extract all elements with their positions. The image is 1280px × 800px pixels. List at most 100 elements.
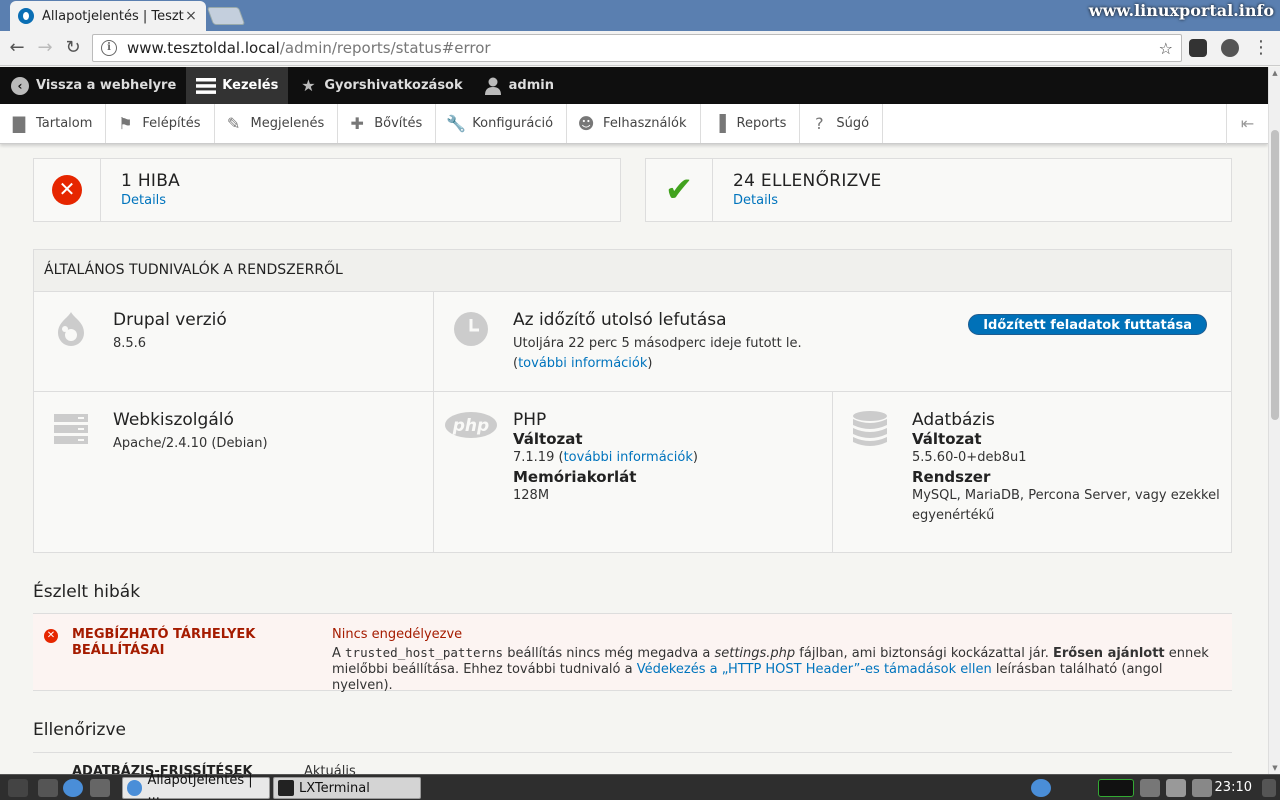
network-icon[interactable] — [1140, 779, 1160, 797]
back-to-site-link[interactable]: ‹ Vissza a webhelyre — [0, 67, 186, 104]
taskbar-task-browser[interactable]: Állapotjelentés | ... — [122, 773, 270, 800]
terminal-launcher-icon[interactable] — [90, 779, 110, 797]
terminal-task-icon — [278, 780, 294, 796]
tray-item-extend[interactable]: ✚ Bővítés — [338, 104, 437, 143]
tray-item-configuration[interactable]: 🔧 Konfiguráció — [436, 104, 568, 143]
cron-cell: Az időzítő utolsó lefutása Utoljára 22 p… — [434, 292, 1231, 392]
tray-item-label: Súgó — [836, 116, 870, 131]
clock[interactable]: 23:10 — [1215, 780, 1252, 795]
clipboard-icon[interactable] — [1166, 779, 1186, 797]
run-cron-button[interactable]: Időzített feladatok futtatása — [968, 314, 1207, 335]
server-icon — [52, 410, 90, 448]
chrome-account-icon[interactable] — [1221, 39, 1239, 57]
tray-chrome-icon[interactable] — [1031, 779, 1051, 797]
user-label: admin — [508, 78, 554, 93]
forward-arrow-icon[interactable]: → — [34, 38, 56, 60]
php-more-info-link[interactable]: további információk — [564, 450, 693, 465]
tray-item-people[interactable]: ☻ Felhasználók — [567, 104, 701, 143]
php-memory-label: Memóriakorlát — [513, 468, 637, 486]
bar-chart-icon: ▐ — [713, 113, 726, 133]
cron-more-info: (további információk) — [513, 356, 653, 371]
address-bar[interactable]: i www.tesztoldal.local /admin/reports/st… — [92, 34, 1182, 62]
error-count: 1 HIBA — [121, 171, 181, 191]
collapse-tray-icon[interactable]: ⇤ — [1226, 104, 1268, 144]
paintbrush-icon: ✎ — [226, 113, 241, 133]
webserver-value: Apache/2.4.10 (Debian) — [113, 436, 268, 451]
cron-title: Az időzítő utolsó lefutása — [513, 310, 727, 330]
admin-toolbar: ‹ Vissza a webhelyre Kezelés ★ Gyorshiva… — [0, 67, 1268, 104]
drupal-favicon-icon — [18, 8, 34, 24]
start-menu-icon[interactable] — [8, 779, 28, 797]
tray-item-help[interactable]: ? Súgó — [800, 104, 884, 143]
tray-item-label: Bővítés — [374, 116, 423, 131]
database-icon — [851, 410, 889, 448]
database-system: MySQL, MariaDB, Percona Server, vagy eze… — [912, 488, 1220, 523]
chrome-task-icon — [127, 780, 143, 796]
shortcuts-tab[interactable]: ★ Gyorshivatkozások — [288, 67, 472, 104]
desktop-taskbar: Állapotjelentés | ... LXTerminal 23:10 — [0, 773, 1280, 800]
checked-item-db-updates: ADATBÁZIS-FRISSÍTÉSEK Aktuális — [33, 752, 1232, 774]
wrench-icon: 🔧 — [446, 113, 467, 133]
bookmark-star-icon[interactable]: ☆ — [1159, 39, 1173, 58]
hamburger-icon — [196, 76, 217, 96]
error-item-description: A trusted_host_patterns beállítás nincs … — [332, 645, 1209, 693]
browser-tab-active[interactable]: Állapotjelentés | Teszt × — [10, 1, 206, 31]
site-info-icon[interactable]: i — [101, 40, 117, 56]
structure-icon: ⚑ — [118, 113, 133, 133]
webserver-title: Webkiszolgáló — [113, 410, 234, 430]
database-cell: Adatbázis Változat 5.5.60-0+deb8u1 Rends… — [833, 392, 1231, 552]
host-header-attack-link[interactable]: Védekezés a „HTTP HOST Header”-es támadá… — [637, 662, 992, 677]
tab-title: Állapotjelentés | Teszt — [42, 8, 184, 24]
taskbar-task-terminal[interactable]: LXTerminal — [273, 777, 421, 799]
php-title: PHP — [513, 410, 547, 430]
scrollbar-thumb[interactable] — [1271, 130, 1279, 420]
page-scrollbar[interactable]: ▲ ▼ — [1268, 67, 1280, 774]
user-icon — [483, 76, 503, 96]
tray-item-reports[interactable]: ▐ Reports — [701, 104, 801, 143]
php-memory-value: 128M — [513, 488, 550, 503]
database-title: Adatbázis — [912, 410, 995, 430]
tray-item-structure[interactable]: ⚑ Felépítés — [106, 104, 215, 143]
extension-icon[interactable] — [1189, 39, 1207, 57]
user-tab[interactable]: admin — [473, 67, 564, 104]
url-host: www.tesztoldal.local — [127, 39, 280, 57]
reload-icon[interactable]: ↻ — [62, 38, 84, 60]
back-arrow-icon[interactable]: ← — [6, 38, 28, 60]
error-item-title: MEGBÍZHATÓ TÁRHELYEK BEÁLLÍTÁSAI — [72, 627, 256, 658]
drupal-version-cell: Drupal verzió 8.5.6 — [34, 292, 434, 392]
new-tab-button[interactable] — [206, 7, 246, 25]
checked-details-link[interactable]: Details — [733, 193, 882, 208]
php-version-label: Változat — [513, 430, 583, 448]
browser-menu-icon[interactable]: ⋮ — [1250, 38, 1272, 60]
show-desktop-icon[interactable] — [1262, 779, 1276, 797]
checked-item-status: Aktuális — [304, 764, 356, 774]
chrome-launcher-icon[interactable] — [63, 779, 83, 797]
minimize-all-icon[interactable] — [38, 779, 58, 797]
tab-close-icon[interactable]: × — [184, 8, 198, 24]
cron-more-info-link[interactable]: további információk — [518, 356, 647, 371]
scroll-down-icon[interactable]: ▼ — [1271, 764, 1279, 772]
error-item-status: Nincs engedélyezve — [332, 627, 463, 642]
database-system-label: Rendszer — [912, 468, 991, 486]
tray-item-content[interactable]: ▇ Tartalom — [0, 104, 107, 143]
help-icon: ? — [815, 113, 824, 133]
volume-icon[interactable] — [1192, 779, 1212, 797]
drupal-logo-icon — [52, 310, 90, 348]
tray-item-label: Konfiguráció — [472, 116, 554, 131]
general-info-panel: ÁLTALÁNOS TUDNIVALÓK A RENDSZERRŐL Drupa… — [33, 249, 1232, 553]
browser-toolbar: ← → ↻ i www.tesztoldal.local /admin/repo… — [0, 31, 1280, 66]
scroll-up-icon[interactable]: ▲ — [1271, 69, 1279, 77]
tray-item-label: Reports — [736, 116, 787, 131]
drupal-version-value: 8.5.6 — [113, 336, 147, 351]
database-version: 5.5.60-0+deb8u1 — [912, 450, 1027, 465]
manage-tab[interactable]: Kezelés — [186, 67, 289, 104]
tray-item-label: Felépítés — [142, 116, 201, 131]
admin-tray: ▇ Tartalom ⚑ Felépítés ✎ Megjelenés ✚ Bő… — [0, 104, 1268, 144]
drupal-version-title: Drupal verzió — [113, 310, 227, 330]
checked-count: 24 ELLENŐRIZVE — [733, 171, 882, 191]
error-details-link[interactable]: Details — [121, 193, 180, 208]
tray-item-appearance[interactable]: ✎ Megjelenés — [215, 104, 339, 143]
php-version: 7.1.19 (további információk) — [513, 450, 698, 465]
cpu-monitor-icon — [1098, 779, 1134, 797]
database-version-label: Változat — [912, 430, 982, 448]
